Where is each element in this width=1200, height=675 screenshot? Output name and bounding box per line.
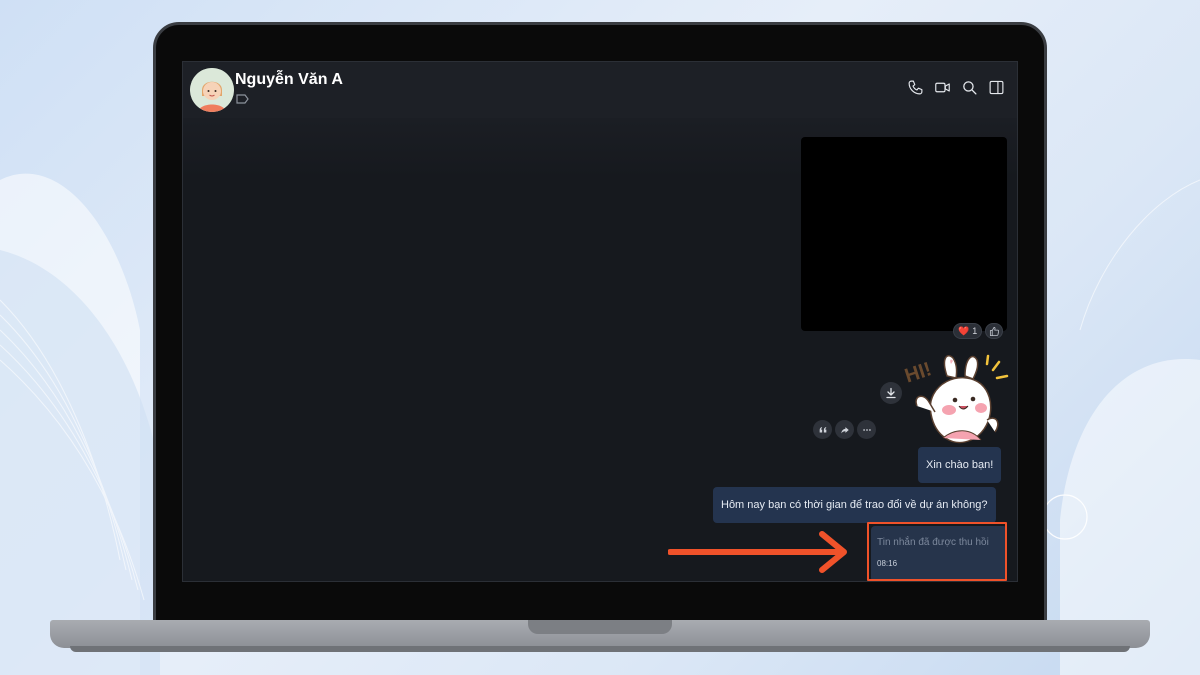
laptop-base-shadow: [70, 646, 1130, 652]
highlight-box: [867, 522, 1007, 581]
contact-name[interactable]: Nguyễn Văn A: [235, 71, 343, 89]
sticker-bunny-hi[interactable]: HI!: [901, 348, 1011, 448]
message-reactions: ❤️ 1: [953, 323, 1004, 339]
download-button[interactable]: [880, 382, 902, 404]
heart-reaction-count: 1: [972, 326, 978, 336]
phone-icon[interactable]: [907, 79, 924, 96]
chat-header: Nguyễn Văn A: [183, 62, 1017, 118]
thumbs-up-icon: [989, 326, 999, 336]
sticker-hi-text: HI!: [902, 358, 934, 387]
message-actions: [813, 420, 876, 439]
search-icon[interactable]: [961, 79, 978, 96]
chat-window: Nguyễn Văn A ❤️ 1 HI! Xin chào bạn! Hôm …: [182, 61, 1018, 582]
sidebar-toggle-icon[interactable]: [988, 79, 1005, 96]
avatar-illustration: [190, 68, 234, 112]
heart-reaction-emoji: ❤️: [958, 325, 970, 336]
message-bubble-greeting[interactable]: Xin chào bạn!: [918, 447, 1002, 483]
download-icon: [886, 387, 896, 399]
like-button[interactable]: [985, 323, 1004, 339]
contact-avatar[interactable]: [190, 68, 234, 112]
forward-icon: [840, 426, 849, 433]
heart-reaction[interactable]: ❤️ 1: [953, 323, 983, 339]
arrow-annotation: [668, 531, 847, 573]
video-call-icon[interactable]: [934, 79, 951, 96]
quote-icon: [819, 426, 826, 432]
message-bubble-question[interactable]: Hôm nay bạn có thời gian để trao đổi về …: [713, 487, 996, 523]
laptop-notch: [528, 620, 672, 634]
forward-button[interactable]: [835, 420, 854, 439]
tag-icon[interactable]: [236, 94, 249, 104]
more-icon: [862, 428, 871, 431]
image-message[interactable]: [801, 137, 1007, 331]
header-actions: [907, 79, 1005, 96]
more-button[interactable]: [857, 420, 876, 439]
message-list: ❤️ 1 HI! Xin chào bạn! Hôm nay bạn có th…: [183, 118, 1017, 581]
quote-button[interactable]: [813, 420, 832, 439]
